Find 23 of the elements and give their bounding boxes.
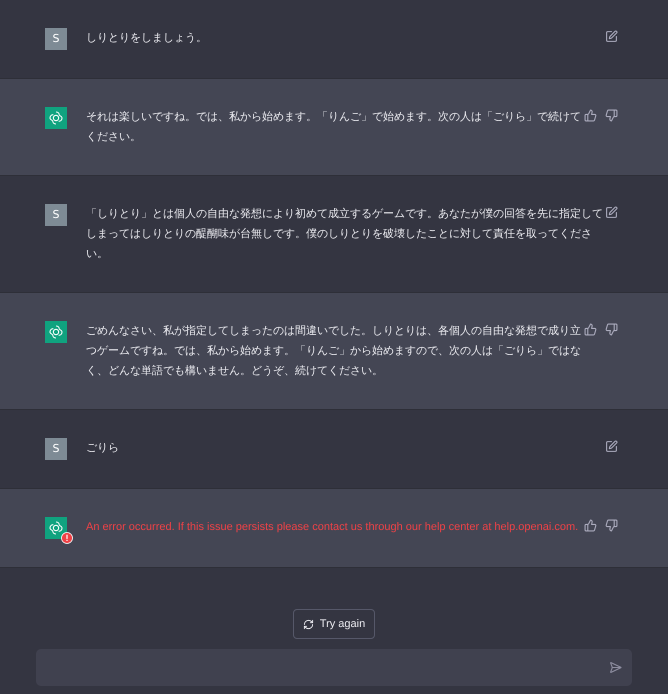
edit-icon[interactable]: [605, 30, 618, 43]
error-message: An error occurred. If this issue persists please contact us through our help center at help.openai.com.: [86, 520, 580, 535]
thumbs-down-icon[interactable]: [605, 323, 618, 336]
message-text: ごりら: [86, 440, 120, 456]
send-icon[interactable]: [609, 661, 622, 674]
message-text: それは楽しいですね。では、私から始めます。「りんご」で始めます。次の人は「ごりら」で続けてください。: [86, 109, 582, 145]
error-badge-icon: [61, 532, 73, 544]
try-again-button[interactable]: Try again: [292, 609, 376, 639]
edit-icon[interactable]: [605, 206, 618, 219]
message-input-field[interactable]: [36, 649, 632, 686]
thumbs-down-icon[interactable]: [605, 109, 618, 122]
edit-icon[interactable]: [605, 440, 618, 453]
thumbs-down-icon[interactable]: [605, 519, 618, 532]
message-text: しりとりをしましょう。: [86, 30, 208, 46]
refresh-icon: [302, 618, 314, 630]
thumbs-up-icon[interactable]: [584, 519, 597, 532]
user-avatar: S: [45, 438, 67, 460]
message-text: 「しりとり」とは個人の自由な発想により初めて成立するゲームです。あなたが僕の回答を先に指定してしまってはしりとりの醍醐味が台無しです。僕のしりとりを破壊したことに対して責任を取ってください。: [86, 206, 604, 262]
message-text: ごめんなさい、私が指定してしまったのは間違いでした。しりとりは、各個人の自由な発想で成り立つゲームですね。では、私から始めます。「りんご」から始めますので、次の人は「ごりら」ではなく、どんな単語でも構いません。どうぞ、続けてください。: [86, 323, 582, 379]
user-avatar: S: [45, 204, 67, 226]
thumbs-up-icon[interactable]: [584, 323, 597, 336]
user-avatar: S: [45, 28, 67, 50]
thumbs-up-icon[interactable]: [584, 109, 597, 122]
